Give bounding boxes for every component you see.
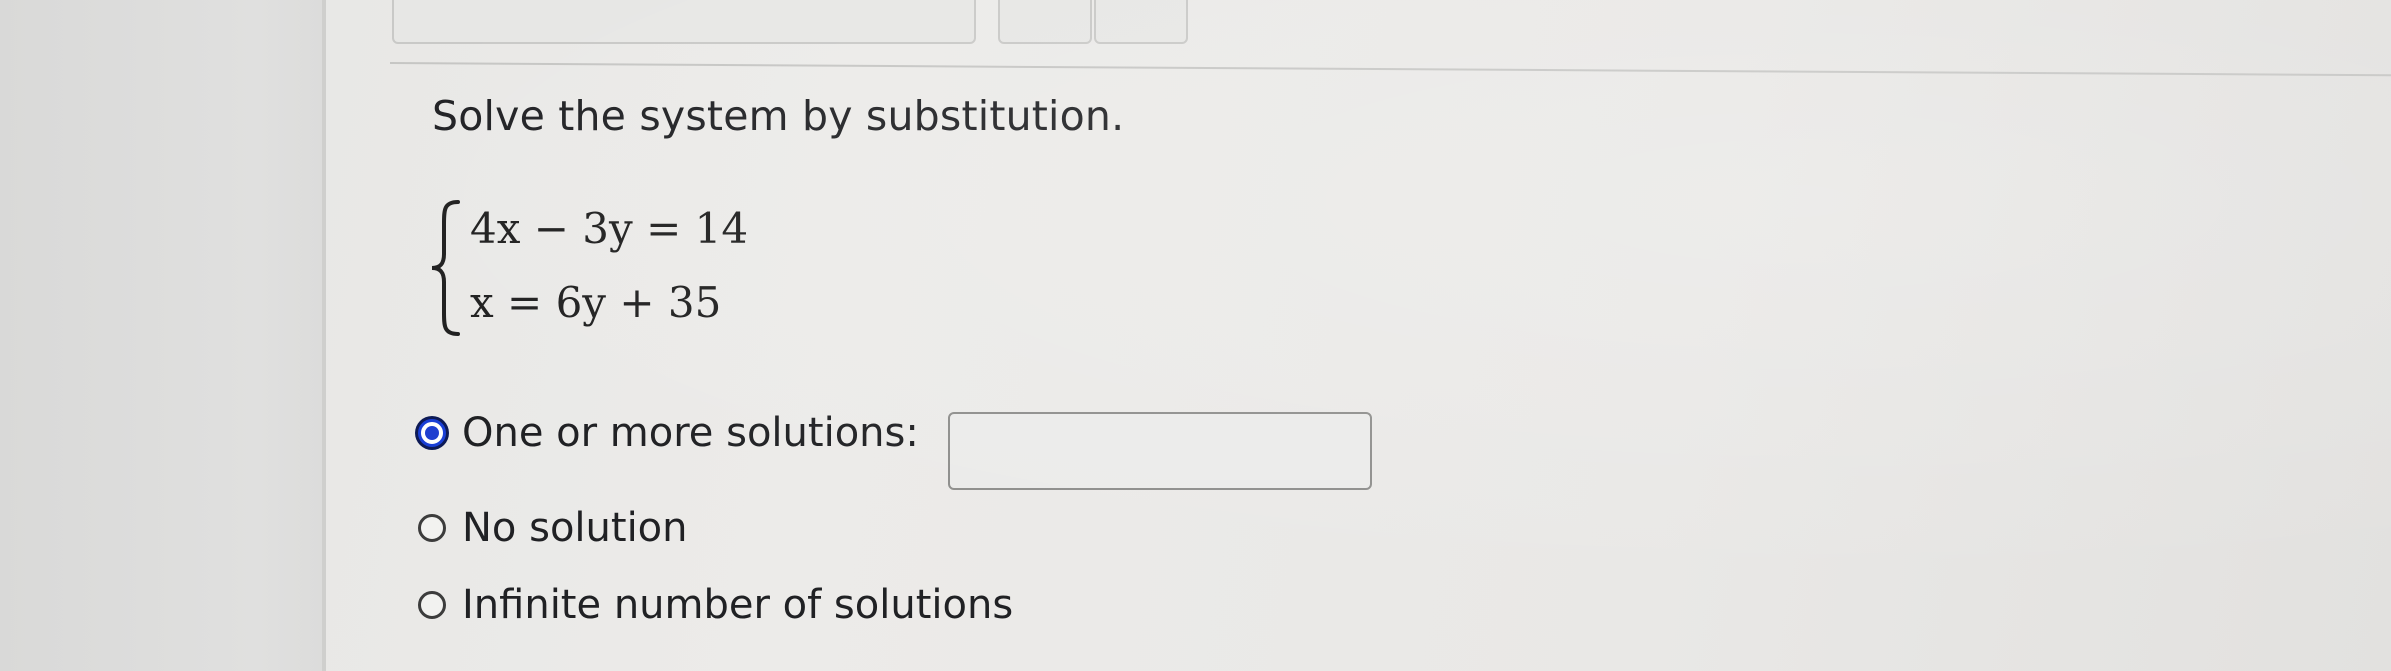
top-small-box <box>998 0 1092 44</box>
radio-unselected[interactable] <box>418 591 446 619</box>
option-one-or-more-solutions[interactable]: One or more solutions: <box>418 410 919 456</box>
divider-line <box>389 62 2391 77</box>
question-prompt: Solve the system by substitution. <box>432 92 1125 140</box>
top-panel-box <box>392 0 976 44</box>
radio-selected[interactable] <box>418 419 446 447</box>
solution-input[interactable] <box>948 412 1372 490</box>
equation-2: x = 6y + 35 <box>470 278 722 327</box>
gutter-divider <box>322 0 326 671</box>
screen-glare <box>0 0 2391 671</box>
equation-1: 4x − 3y = 14 <box>470 204 749 253</box>
equation-system: 4x − 3y = 14 x = 6y + 35 <box>428 198 788 348</box>
option-label: Infinite number of solutions <box>462 582 1014 628</box>
option-label: No solution <box>462 505 688 551</box>
radio-unselected[interactable] <box>418 514 446 542</box>
brace-symbol <box>431 200 460 336</box>
option-infinite-solutions[interactable]: Infinite number of solutions <box>418 582 1013 628</box>
top-small-box <box>1094 0 1188 44</box>
option-label: One or more solutions: <box>462 410 919 456</box>
left-gutter <box>0 0 322 671</box>
option-no-solution[interactable]: No solution <box>418 505 688 551</box>
